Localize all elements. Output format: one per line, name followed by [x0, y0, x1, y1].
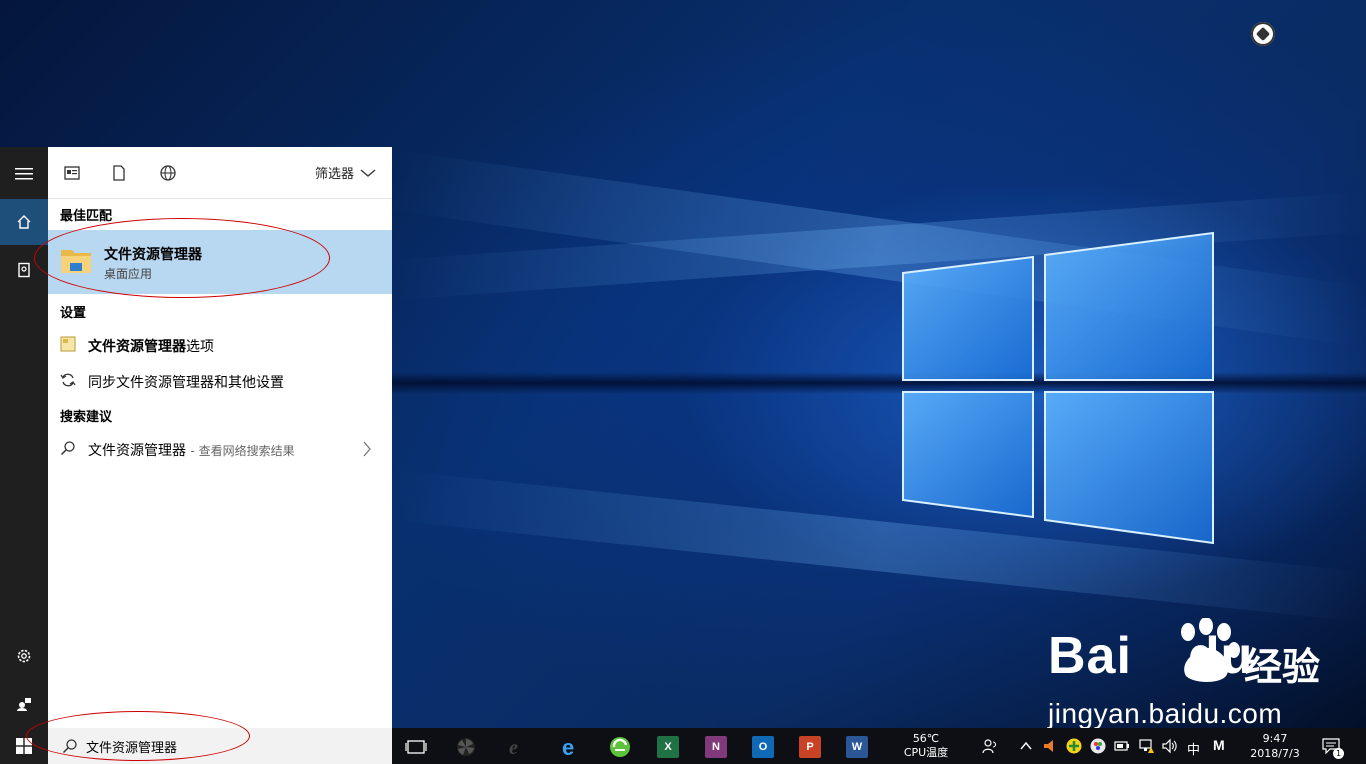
windows-start-icon — [16, 738, 32, 754]
audio-app-icon[interactable] — [1042, 738, 1058, 754]
watermark-cn: 经验 — [1244, 645, 1321, 689]
settings-item-sync-label: 同步文件资源管理器和其他设置 — [88, 375, 284, 391]
folder-options-icon — [60, 336, 76, 352]
excel-icon[interactable]: X — [657, 736, 679, 758]
volume-icon[interactable] — [1162, 738, 1178, 754]
gear-icon — [17, 649, 31, 663]
edge-browser-icon[interactable]: e — [561, 736, 583, 758]
suggestion-hint: - 查看网络搜索结果 — [190, 444, 295, 458]
notebook-button[interactable] — [0, 247, 48, 293]
baidu-paw-icon — [1181, 618, 1240, 682]
feedback-icon — [17, 698, 31, 711]
start-rail — [0, 147, 48, 728]
fan-app-icon[interactable] — [455, 736, 477, 758]
task-view-icon[interactable] — [405, 736, 427, 758]
hamburger-icon — [15, 168, 33, 180]
windows-logo-wallpaper — [902, 231, 1214, 545]
menu-button[interactable] — [0, 151, 48, 197]
ime-indicator[interactable]: 中 — [1187, 739, 1200, 758]
best-match-title: 文件资源管理器 — [104, 247, 202, 263]
settings-item-rest: 选项 — [186, 339, 214, 355]
outlook-icon[interactable]: O — [752, 736, 774, 758]
onenote-icon[interactable]: N — [705, 736, 727, 758]
taskbar-search-box[interactable] — [48, 728, 392, 764]
clock-time: 9:47 — [1262, 732, 1288, 745]
web-filter-icon[interactable] — [159, 164, 177, 182]
apps-filter-icon[interactable] — [63, 164, 81, 182]
web-suggestion-item[interactable]: 文件资源管理器 - 查看网络搜索结果 — [48, 432, 392, 464]
search-toolbar: 筛选器 — [48, 147, 392, 199]
settings-button[interactable] — [0, 633, 48, 679]
word-icon[interactable]: W — [846, 736, 868, 758]
best-match-item[interactable]: 文件资源管理器 桌面应用 — [48, 230, 392, 294]
chevron-down-icon — [360, 169, 376, 177]
folder-icon — [61, 250, 91, 273]
search-suggestions-header: 搜索建议 — [60, 410, 113, 425]
search-input[interactable] — [86, 736, 376, 756]
watermark-url: jingyan.baidu.com — [1048, 698, 1283, 729]
cpu-temp-label: CPU温度 — [903, 746, 949, 759]
feedback-button[interactable] — [0, 681, 48, 727]
color-app-icon[interactable] — [1090, 738, 1106, 754]
powerpoint-icon[interactable]: P — [799, 736, 821, 758]
security-app-icon[interactable] — [1066, 738, 1082, 754]
settings-header: 设置 — [60, 306, 87, 321]
baidu-jingyan-watermark: Baidu 经验 jingyan.baidu.com — [1048, 618, 1348, 729]
settings-item-bold: 文件资源管理器 — [88, 339, 186, 355]
suggestion-label: 文件资源管理器 — [88, 443, 186, 459]
people-icon[interactable] — [982, 738, 998, 754]
svg-text:e: e — [509, 737, 518, 758]
search-results-panel: 筛选器 最佳匹配 文件资源管理器 桌面应用 设置 文件资源管理器选项 同步文件资… — [48, 147, 392, 728]
notebook-icon — [18, 262, 30, 278]
chevron-right-icon[interactable] — [362, 441, 372, 457]
documents-filter-icon[interactable] — [110, 164, 128, 182]
settings-item-explorer-options[interactable]: 文件资源管理器选项 — [48, 328, 392, 360]
desktop-app-icon[interactable] — [1251, 22, 1275, 46]
sync-icon — [60, 373, 76, 387]
best-match-subtitle: 桌面应用 — [104, 267, 153, 281]
search-icon — [60, 441, 75, 456]
svg-text:e: e — [562, 736, 574, 758]
notification-badge: 1 — [1333, 748, 1344, 759]
cpu-temperature[interactable]: 56℃ CPU温度 — [894, 732, 958, 760]
ime-mode[interactable]: M — [1213, 737, 1225, 753]
home-button[interactable] — [0, 199, 48, 245]
search-box-icon — [62, 739, 77, 754]
system-clock[interactable]: 9:47 2018/7/3 — [1242, 731, 1308, 761]
home-icon — [17, 215, 31, 229]
start-button[interactable] — [0, 728, 48, 764]
cpu-temp-value: 56℃ — [912, 732, 940, 745]
filter-dropdown[interactable]: 筛选器 — [315, 163, 376, 182]
show-hidden-icons-chevron-up-icon[interactable] — [1018, 738, 1034, 754]
ie-browser-icon[interactable]: e — [507, 736, 529, 758]
battery-icon[interactable] — [1114, 738, 1130, 754]
settings-item-sync[interactable]: 同步文件资源管理器和其他设置 — [48, 364, 392, 396]
best-match-header: 最佳匹配 — [60, 209, 113, 224]
network-warning-icon[interactable] — [1138, 738, 1154, 754]
action-center-button[interactable]: 1 — [1322, 738, 1344, 759]
filter-label: 筛选器 — [314, 167, 354, 182]
clock-date: 2018/7/3 — [1250, 747, 1300, 760]
360-browser-icon[interactable] — [609, 736, 631, 758]
